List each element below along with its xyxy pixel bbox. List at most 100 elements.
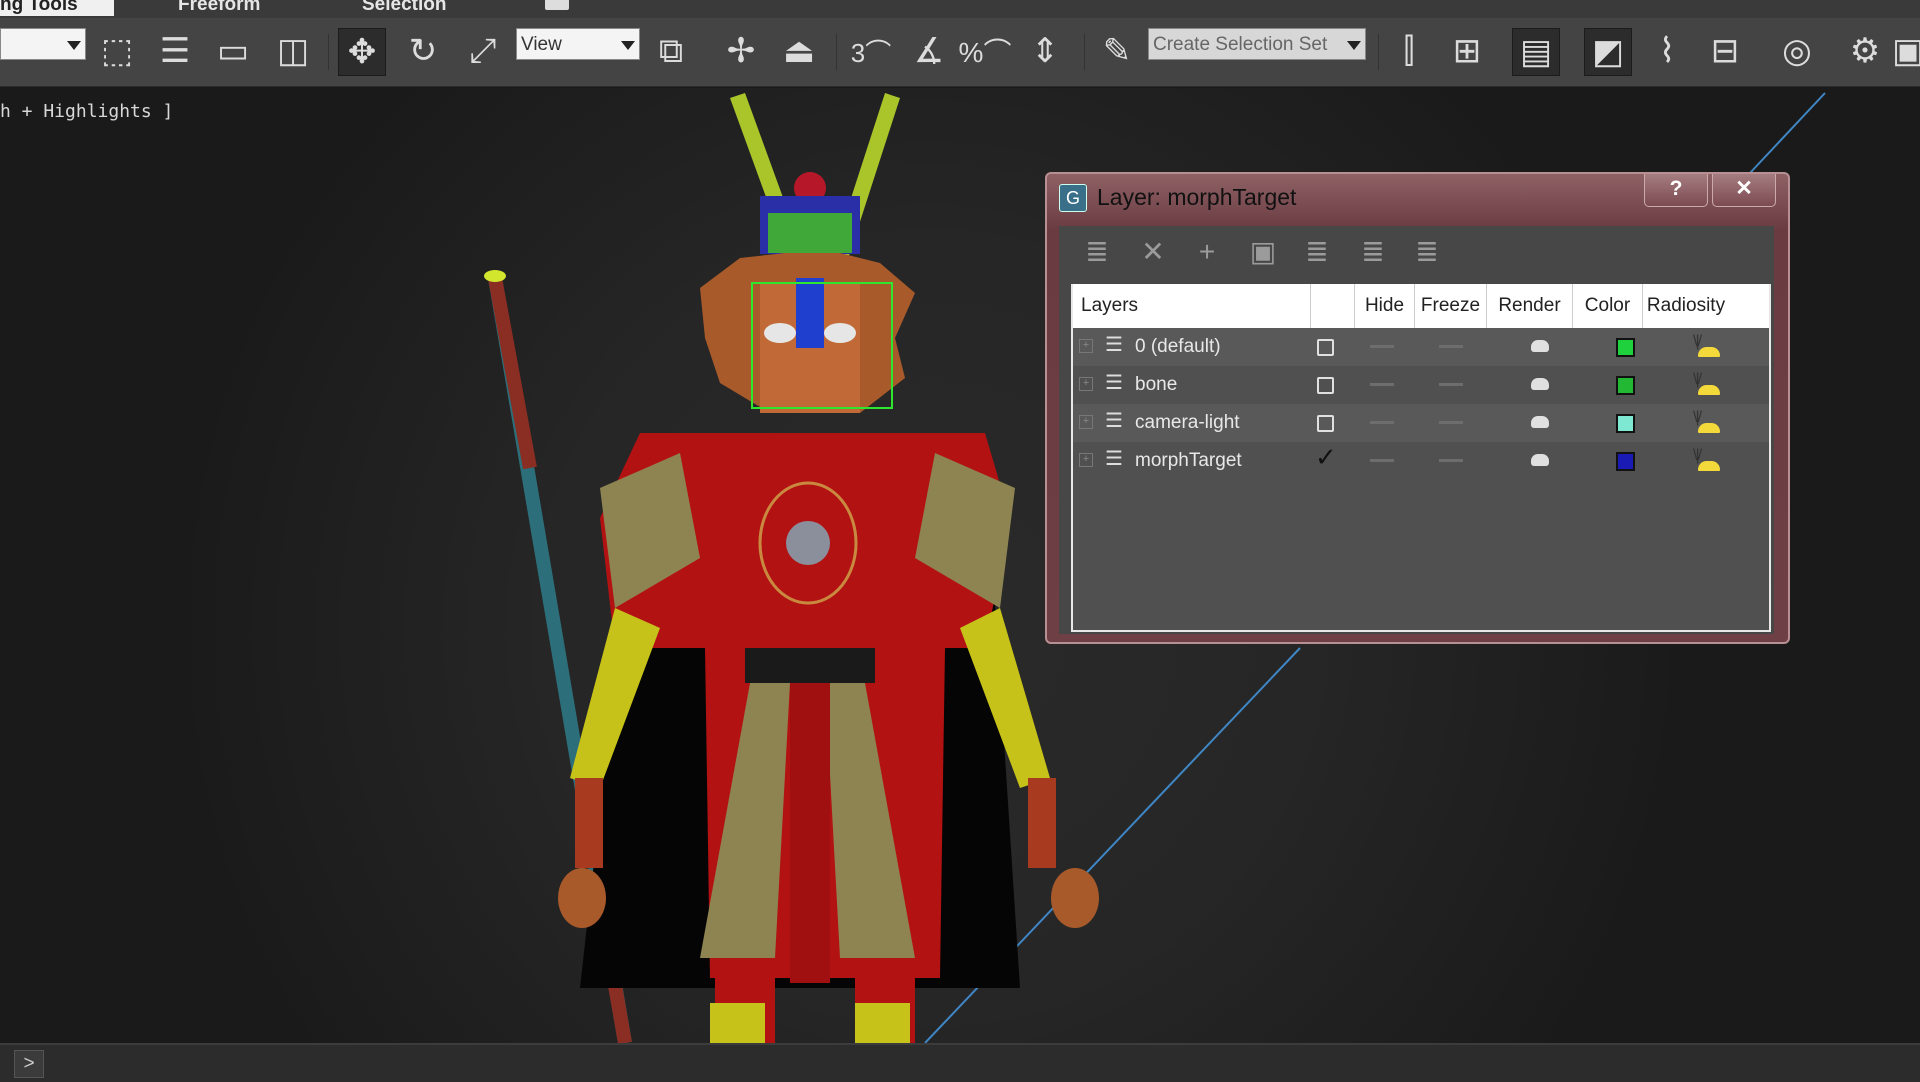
- table-header: Layers Hide Freeze Render Color Radiosit…: [1073, 284, 1769, 328]
- toolbar-divider: [836, 34, 837, 70]
- selection-filter-dropdown[interactable]: [0, 28, 86, 60]
- add-to-layer-icon[interactable]: +: [1187, 234, 1227, 270]
- layer-color-swatch[interactable]: [1616, 414, 1635, 433]
- expand-icon[interactable]: +: [1079, 453, 1093, 467]
- close-button[interactable]: ✕: [1712, 174, 1776, 207]
- dialog-body: ≣ ✕ + ▣ ≣ ≣ ≣ Layers Hide Freeze Render …: [1059, 226, 1774, 634]
- move-icon[interactable]: ✥: [338, 28, 386, 76]
- tab-freeform[interactable]: Freeform: [178, 0, 260, 16]
- select-by-name-icon[interactable]: ☰: [152, 28, 198, 74]
- tab-modeling-tools[interactable]: ng Tools: [0, 0, 114, 16]
- material-editor-icon[interactable]: ◎: [1774, 28, 1820, 74]
- perspective-viewport[interactable]: h + Highlights ] G Layer: morphTarget ? …: [0, 88, 1920, 1043]
- help-button[interactable]: ?: [1644, 174, 1708, 207]
- freeze-toggle[interactable]: [1439, 345, 1463, 348]
- status-bar: >: [0, 1043, 1920, 1082]
- header-layers[interactable]: Layers: [1073, 284, 1311, 328]
- freeze-toggle[interactable]: [1439, 459, 1463, 462]
- render-teapot-icon[interactable]: [1531, 378, 1549, 390]
- layer-color-swatch[interactable]: [1616, 376, 1635, 395]
- render-teapot-icon[interactable]: [1531, 454, 1549, 466]
- snaps-toggle-icon[interactable]: 3⌒: [848, 28, 894, 74]
- layer-name[interactable]: camera-light: [1135, 404, 1240, 442]
- hide-toggle[interactable]: [1370, 383, 1394, 386]
- tab-selection[interactable]: Selection: [362, 0, 446, 16]
- table-row[interactable]: + ☰ camera-light \|/: [1073, 404, 1769, 442]
- render-teapot-icon[interactable]: [1531, 340, 1549, 352]
- table-row[interactable]: + ☰ bone \|/: [1073, 366, 1769, 404]
- current-layer-checkbox[interactable]: [1317, 415, 1334, 432]
- layer-name[interactable]: 0 (default): [1135, 328, 1221, 366]
- edit-named-selection-icon[interactable]: ✎: [1094, 28, 1140, 74]
- align-icon[interactable]: ⊞: [1444, 28, 1490, 74]
- freeze-unfreeze-all-icon[interactable]: ≣: [1407, 234, 1447, 270]
- select-object-icon[interactable]: ⬚: [94, 28, 140, 74]
- dialog-titlebar[interactable]: G Layer: morphTarget ? ✕: [1047, 174, 1788, 222]
- rendered-frame-icon[interactable]: ▣: [1892, 28, 1920, 74]
- header-radiosity[interactable]: Radiosity: [1643, 284, 1729, 328]
- angle-snap-icon[interactable]: ∡: [906, 28, 952, 74]
- dialog-title: Layer: morphTarget: [1097, 184, 1297, 210]
- header-render[interactable]: Render: [1487, 284, 1573, 328]
- hide-toggle[interactable]: [1370, 421, 1394, 424]
- header-hide[interactable]: Hide: [1355, 284, 1415, 328]
- pivot-center-icon[interactable]: ⧉: [648, 28, 694, 74]
- layer-color-swatch[interactable]: [1616, 338, 1635, 357]
- expand-icon[interactable]: +: [1079, 415, 1093, 429]
- toolbar-divider: [328, 34, 329, 70]
- table-row[interactable]: + ☰ morphTarget ✓ \|/: [1073, 442, 1769, 480]
- curve-editor-icon[interactable]: ⌇: [1644, 28, 1690, 74]
- ribbon-expand-button[interactable]: [545, 0, 569, 10]
- create-layer-icon[interactable]: ≣: [1077, 234, 1117, 270]
- reference-coordinate-dropdown[interactable]: View: [516, 28, 640, 60]
- hide-toggle[interactable]: [1370, 345, 1394, 348]
- layer-color-swatch[interactable]: [1616, 452, 1635, 471]
- rotate-icon[interactable]: ↻: [400, 28, 446, 74]
- named-selection-set-dropdown[interactable]: Create Selection Set: [1148, 28, 1366, 60]
- expand-icon[interactable]: +: [1079, 339, 1093, 353]
- graphite-tools-icon[interactable]: ◩: [1584, 28, 1632, 76]
- freeze-toggle[interactable]: [1439, 383, 1463, 386]
- rectangular-selection-icon[interactable]: ▭: [210, 28, 256, 74]
- helper-line: [1749, 92, 1826, 174]
- current-layer-checkbox[interactable]: [1317, 377, 1334, 394]
- table-row[interactable]: + ☰ 0 (default) \|/: [1073, 328, 1769, 366]
- render-setup-icon[interactable]: ⚙: [1842, 28, 1888, 74]
- header-color[interactable]: Color: [1573, 284, 1643, 328]
- header-current[interactable]: [1311, 284, 1355, 328]
- current-layer-checkbox[interactable]: [1317, 339, 1334, 356]
- mirror-icon[interactable]: ⫿: [1386, 28, 1432, 74]
- app-logo-icon: G: [1059, 184, 1087, 212]
- radiosity-sun-icon[interactable]: \|/: [1693, 409, 1725, 439]
- schematic-view-icon[interactable]: ⊟: [1702, 28, 1748, 74]
- percent-snap-icon[interactable]: %⌒: [959, 28, 1012, 74]
- layer-dialog[interactable]: G Layer: morphTarget ? ✕ ≣ ✕ + ▣ ≣ ≣ ≣ L…: [1045, 172, 1790, 644]
- keyboard-shortcut-icon[interactable]: ⏏: [776, 28, 822, 74]
- layer-toolbar: ≣ ✕ + ▣ ≣ ≣ ≣: [1059, 226, 1774, 280]
- layer-icon: ☰: [1105, 334, 1123, 356]
- select-manipulate-icon[interactable]: ✢: [718, 28, 764, 74]
- radiosity-sun-icon[interactable]: \|/: [1693, 333, 1725, 363]
- delete-layer-icon[interactable]: ✕: [1133, 234, 1173, 270]
- scale-icon[interactable]: ⤢: [460, 28, 506, 74]
- layer-icon: ☰: [1105, 372, 1123, 394]
- select-highlighted-icon[interactable]: ▣: [1243, 234, 1283, 270]
- spinner-snap-icon[interactable]: ⇕: [1022, 28, 1068, 74]
- render-teapot-icon[interactable]: [1531, 416, 1549, 428]
- header-freeze[interactable]: Freeze: [1415, 284, 1487, 328]
- chevron-down-icon: [67, 41, 81, 50]
- current-layer-check-icon[interactable]: ✓: [1315, 442, 1337, 473]
- layer-name[interactable]: morphTarget: [1135, 442, 1242, 480]
- freeze-toggle[interactable]: [1439, 421, 1463, 424]
- expand-icon[interactable]: +: [1079, 377, 1093, 391]
- chevron-down-icon: [621, 41, 635, 50]
- layer-manager-icon[interactable]: ▤: [1512, 28, 1560, 76]
- hide-toggle[interactable]: [1370, 459, 1394, 462]
- highlight-selected-icon[interactable]: ≣: [1297, 234, 1337, 270]
- radiosity-sun-icon[interactable]: \|/: [1693, 447, 1725, 477]
- radiosity-sun-icon[interactable]: \|/: [1693, 371, 1725, 401]
- window-crossing-icon[interactable]: ◫: [270, 28, 316, 74]
- layer-name[interactable]: bone: [1135, 366, 1177, 404]
- hide-unhide-all-icon[interactable]: ≣: [1353, 234, 1393, 270]
- expand-maxscript-button[interactable]: >: [14, 1050, 44, 1078]
